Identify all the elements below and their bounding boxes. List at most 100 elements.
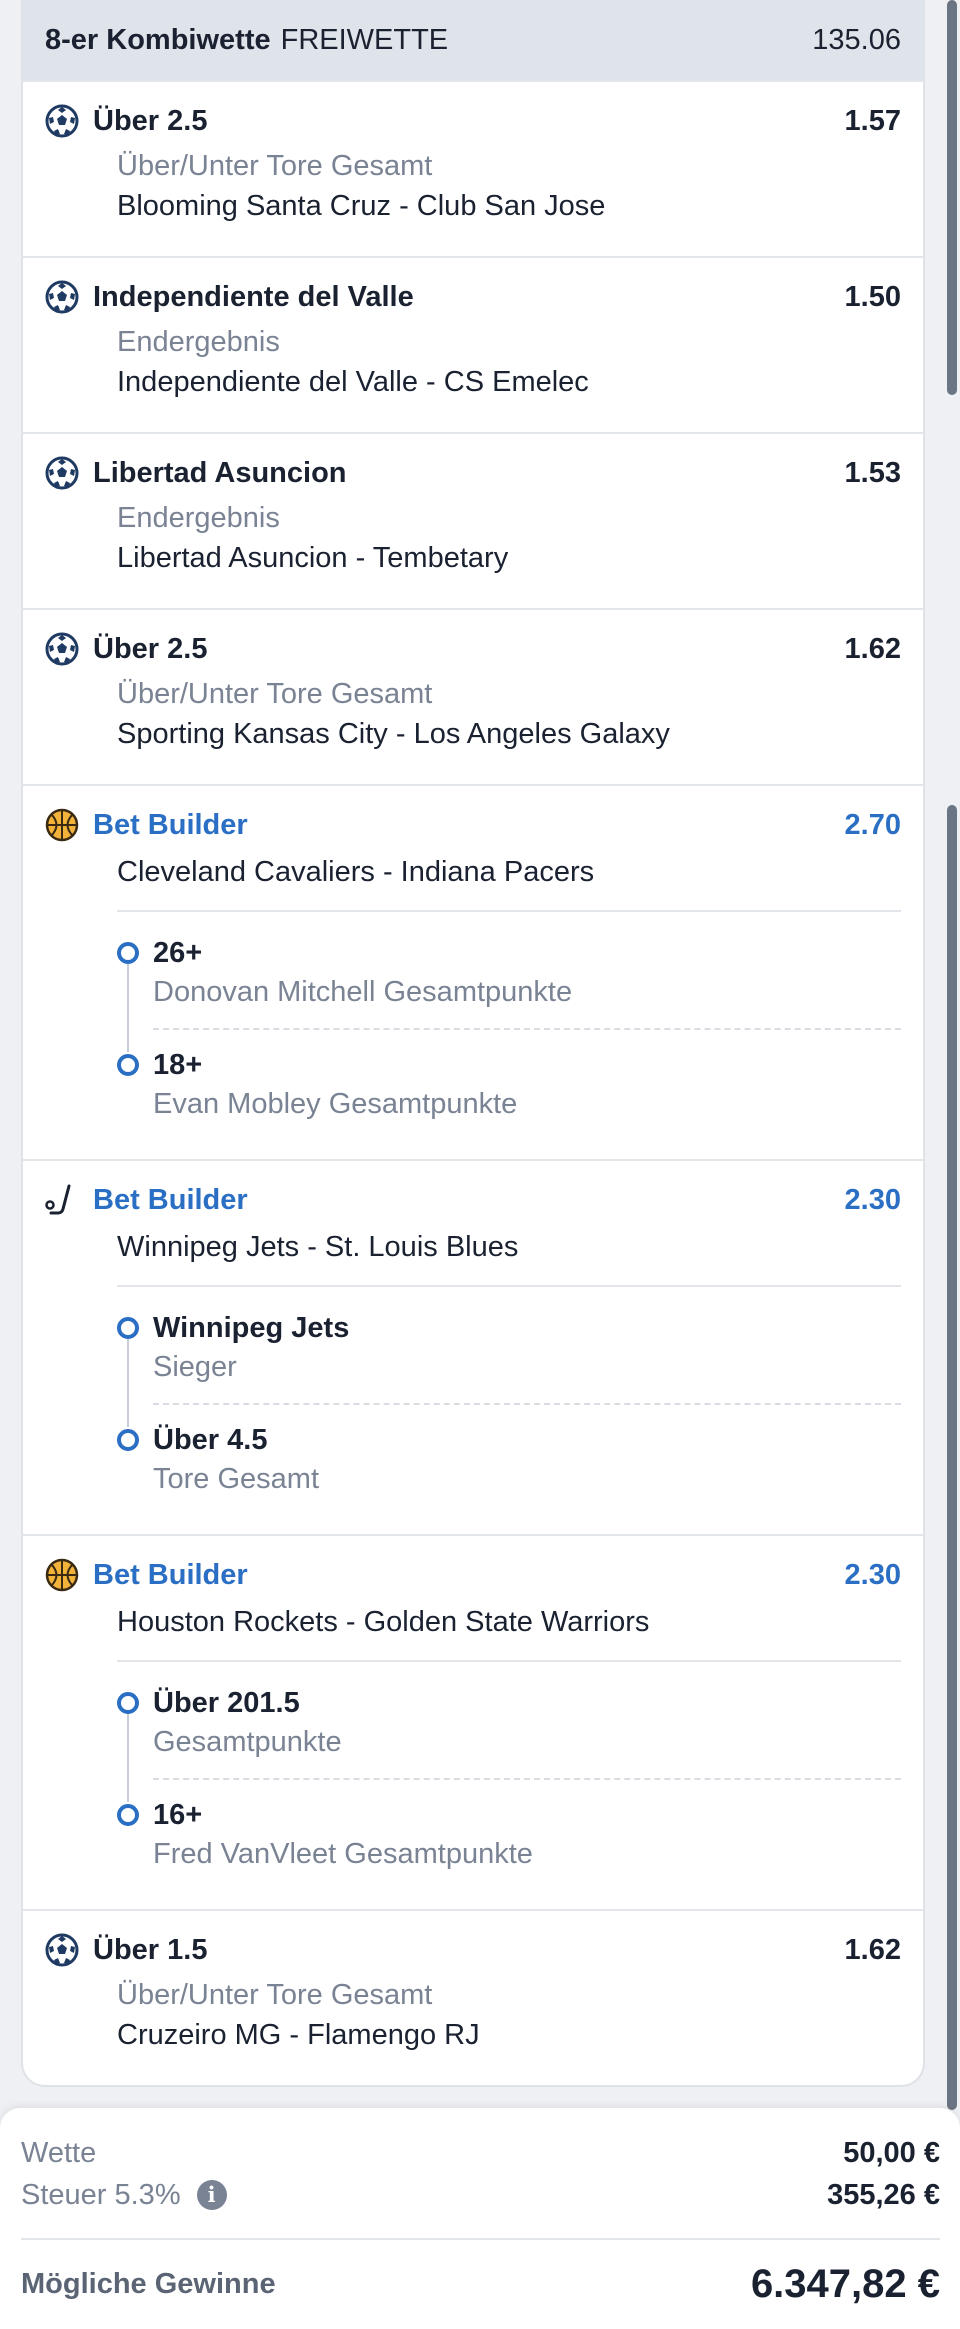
free-bet-tag: FREIWETTE [280,23,449,56]
sub-selection-market: Sieger [153,1351,237,1383]
basketball-icon [45,808,79,842]
leg-left: Libertad Asuncion [45,454,347,492]
leg-event: Independiente del Valle - CS Emelec [117,366,589,398]
sub-selection: 26+ Donovan Mitchell Gesamtpunkte [117,934,901,1012]
leg-left: Bet Builder [45,1556,248,1594]
leg-event: Blooming Santa Cruz - Club San Jose [117,190,606,222]
leg-selection: Libertad Asuncion [93,457,347,489]
leg-market: Über/Unter Tore Gesamt [117,150,433,182]
leg-selection: Über 1.5 [93,1934,208,1966]
leg-head: Bet Builder 2.30 [45,1556,901,1594]
scrollbar-thumb[interactable] [947,0,957,395]
soccer-icon [45,104,79,138]
bet-leg[interactable]: Independiente del Valle 1.50 Endergebnis… [23,256,923,432]
leg-left: Über 2.5 [45,630,207,668]
leg-head: Libertad Asuncion 1.53 [45,454,901,492]
leg-event: Cleveland Cavaliers - Indiana Pacers [117,856,595,888]
tax-row: Steuer 5.3% i 355,26 € [21,2174,940,2216]
leg-odds: 2.30 [844,1184,901,1216]
leg-left: Über 2.5 [45,102,207,140]
soccer-icon [45,632,79,666]
total-odds: 135.06 [812,23,901,56]
leg-head: Bet Builder 2.70 [45,806,901,844]
leg-market: Endergebnis [117,502,280,534]
leg-head: Independiente del Valle 1.50 [45,278,901,316]
bet-builder-leg[interactable]: Bet Builder 2.30 Houston Rockets - Golde… [23,1534,923,1909]
sub-selection-name: Über 4.5 [153,1424,268,1456]
hockey-icon [45,1184,71,1215]
leg-event: Winnipeg Jets - St. Louis Blues [117,1231,519,1263]
sub-selection-name: Winnipeg Jets [153,1312,350,1344]
bet-builder-selections: 26+ Donovan Mitchell Gesamtpunkte 18+ Ev… [117,912,901,1124]
header-left: 8-er Kombiwette FREIWETTE [45,24,448,57]
info-icon[interactable]: i [196,2180,227,2210]
leg-odds: 1.50 [844,281,901,313]
stake-value: 50,00 € [843,2137,940,2169]
bet-builder-leg[interactable]: Bet Builder 2.30 Winnipeg Jets - St. Lou… [23,1159,923,1534]
soccer-icon [45,280,79,314]
winnings-row: Mögliche Gewinne 6.347,82 € [21,2262,940,2307]
leg-selection: Bet Builder [93,1559,248,1591]
sub-selection: 18+ Evan Mobley Gesamtpunkte [117,1046,901,1124]
sub-selection-name: 16+ [153,1799,203,1831]
leg-head: Über 2.5 1.57 [45,102,901,140]
scrollbar-thumb[interactable] [947,1535,957,2110]
dashed-divider [153,1028,901,1030]
leg-event: Libertad Asuncion - Tembetary [117,542,509,574]
bet-builder-selections: Winnipeg Jets Sieger Über 4.5 Tore Gesam… [117,1287,901,1499]
leg-odds: 1.53 [844,457,901,489]
bet-builder-leg[interactable]: Bet Builder 2.70 Cleveland Cavaliers - I… [23,784,923,1159]
stake-row: Wette 50,00 € [21,2132,940,2174]
leg-selection: Über 2.5 [93,633,208,665]
leg-odds: 1.62 [844,1934,901,1966]
leg-selection: Über 2.5 [93,105,208,137]
sub-selection: Über 201.5 Gesamtpunkte [117,1684,901,1762]
circle-icon [117,1054,139,1076]
soccer-icon [45,1933,79,1967]
bet-builder-selections: Über 201.5 Gesamtpunkte 16+ Fred VanVlee… [117,1662,901,1874]
tax-value: 355,26 € [827,2179,940,2211]
dashed-divider [153,1403,901,1405]
sub-selection: Winnipeg Jets Sieger [117,1309,901,1387]
leg-odds: 1.62 [844,633,901,665]
dashed-divider [153,1778,901,1780]
leg-left: Bet Builder [45,1181,248,1219]
bet-leg[interactable]: Über 2.5 1.57 Über/Unter Tore Gesamt Blo… [23,80,923,256]
bet-leg[interactable]: Libertad Asuncion 1.53 Endergebnis Liber… [23,432,923,608]
bet-leg[interactable]: Über 2.5 1.62 Über/Unter Tore Gesamt Spo… [23,608,923,784]
circle-icon [117,942,139,964]
soccer-icon [45,456,79,490]
circle-icon [117,1429,139,1451]
leg-event: Houston Rockets - Golden State Warriors [117,1606,650,1638]
leg-selection: Bet Builder [93,1184,248,1216]
leg-selection: Independiente del Valle [93,281,414,313]
winnings-value: 6.347,82 € [750,2262,940,2306]
winnings-label: Mögliche Gewinne [21,2268,276,2300]
circle-icon [117,1804,139,1826]
leg-head: Bet Builder 2.30 [45,1181,901,1219]
sub-selection-market: Tore Gesamt [153,1463,319,1495]
leg-odds: 2.30 [844,1559,901,1591]
leg-head: Über 1.5 1.62 [45,1931,901,1969]
stake-label: Wette [21,2137,97,2169]
bet-leg[interactable]: Über 1.5 1.62 Über/Unter Tore Gesamt Cru… [23,1909,923,2085]
sub-selection-market: Donovan Mitchell Gesamtpunkte [153,976,573,1008]
sub-selection-market: Gesamtpunkte [153,1726,342,1758]
sub-selection-name: 18+ [153,1049,203,1081]
leg-odds: 1.57 [844,105,901,137]
tax-label-wrap: Steuer 5.3% i [21,2174,227,2216]
tax-label: Steuer 5.3% [21,2179,181,2211]
bet-type-title: 8-er Kombiwette [45,23,271,56]
circle-icon [117,1317,139,1339]
leg-left: Bet Builder [45,806,248,844]
basketball-icon [45,1558,79,1592]
leg-market: Über/Unter Tore Gesamt [117,1979,433,2011]
leg-left: Über 1.5 [45,1931,207,1969]
leg-event: Cruzeiro MG - Flamengo RJ [117,2019,480,2051]
bet-slip-header: 8-er Kombiwette FREIWETTE 135.06 [23,0,923,80]
leg-event: Sporting Kansas City - Los Angeles Galax… [117,718,670,750]
bet-slip-card: 8-er Kombiwette FREIWETTE 135.06 Über 2.5… [21,0,925,2087]
bet-summary-footer: Wette 50,00 € Steuer 5.3% i 355,26 € Mög… [0,2108,960,2329]
sub-selection-name: 26+ [153,937,203,969]
divider [21,2238,940,2240]
